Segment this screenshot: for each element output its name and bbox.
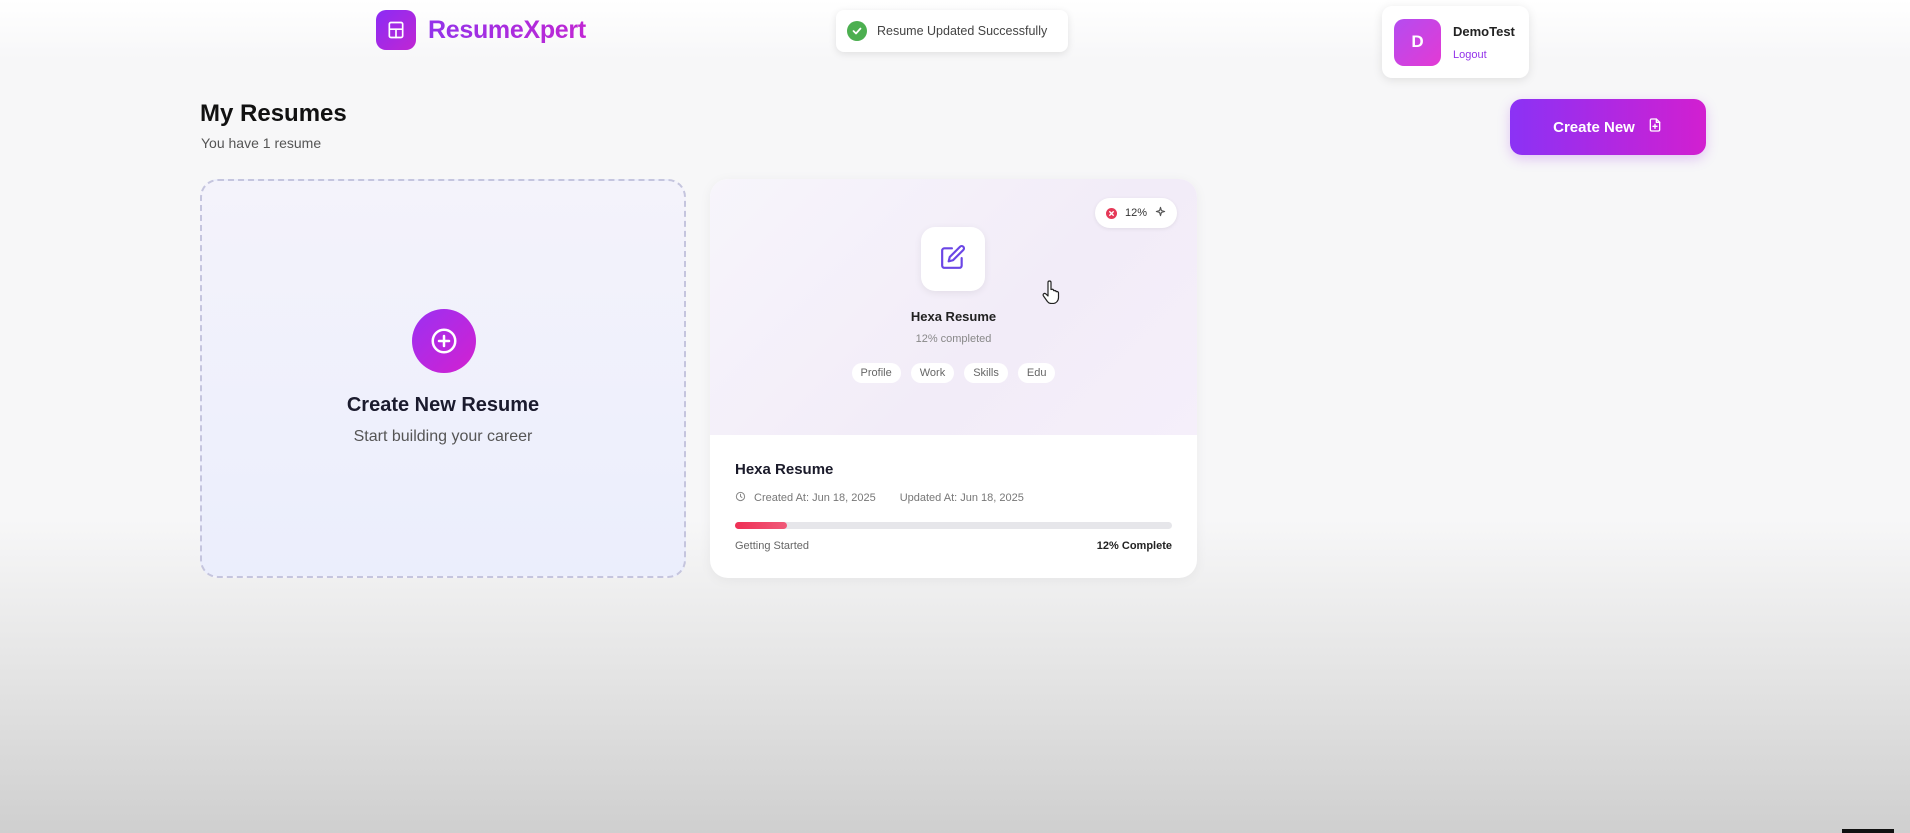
edit-resume-button[interactable] (921, 227, 985, 291)
resume-name: Hexa Resume (735, 461, 834, 478)
alert-icon (1105, 207, 1117, 219)
completion-badge: 12% (1095, 198, 1177, 228)
completion-badge-value: 12% (1124, 207, 1148, 219)
page-title: My Resumes (200, 100, 347, 127)
progress-fill (735, 522, 788, 529)
create-new-button[interactable]: Create New (1510, 99, 1706, 155)
layout-icon (376, 10, 416, 50)
progress-bar (735, 522, 1172, 529)
resume-preview[interactable]: 12% Hexa Resume 12% completed Profile Wo… (710, 179, 1197, 435)
progress-stage: Getting Started (735, 540, 809, 552)
toast-message: Resume Updated Successfully (877, 24, 1048, 38)
create-card-subtitle: Start building your career (353, 428, 533, 445)
success-toast: Resume Updated Successfully (836, 10, 1068, 52)
section-tags: Profile Work Skills Edu (710, 363, 1197, 383)
file-plus-icon (1647, 117, 1663, 137)
create-new-label: Create New (1553, 118, 1635, 136)
edit-icon (940, 244, 966, 275)
window-edge (1842, 829, 1894, 833)
sparkle-icon (1155, 206, 1166, 220)
progress-complete-label: 12% Complete (1096, 540, 1172, 552)
resume-card[interactable]: 12% Hexa Resume 12% completed Profile Wo… (710, 179, 1197, 578)
create-card-title: Create New Resume (346, 394, 540, 416)
user-info: DemoTest Logout (1453, 24, 1515, 61)
user-card: D DemoTest Logout (1382, 6, 1529, 78)
check-circle-icon (847, 21, 867, 41)
resume-dates: Created At: Jun 18, 2025 Updated At: Jun… (735, 491, 1024, 505)
preview-completed-text: 12% completed (915, 333, 992, 345)
section-tag-skills: Skills (964, 363, 1008, 383)
section-tag-edu: Edu (1017, 363, 1056, 383)
brand-logo[interactable]: ResumeXpert (376, 10, 586, 50)
hand-cursor-icon (1042, 280, 1060, 309)
plus-circle-icon (412, 309, 476, 373)
clock-icon (735, 491, 746, 505)
section-tag-work: Work (910, 363, 955, 383)
avatar: D (1394, 18, 1441, 66)
updated-date: Updated At: Jun 18, 2025 (899, 492, 1024, 504)
preview-resume-name: Hexa Resume (910, 309, 997, 324)
user-name: DemoTest (1453, 23, 1515, 39)
app-name: ResumeXpert (428, 15, 586, 44)
logout-link[interactable]: Logout (1453, 49, 1515, 61)
created-date: Created At: Jun 18, 2025 (754, 492, 876, 504)
create-resume-card[interactable]: Create New Resume Start building your ca… (200, 179, 686, 578)
page-subtitle: You have 1 resume (201, 135, 322, 151)
section-tag-profile: Profile (851, 363, 901, 383)
